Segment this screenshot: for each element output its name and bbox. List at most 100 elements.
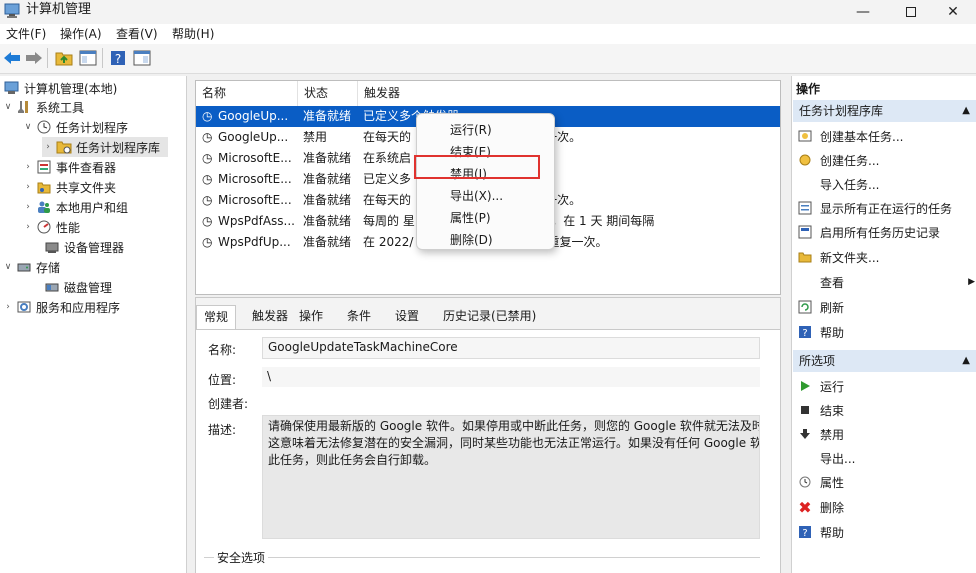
action-create-task[interactable]: 创建任务... xyxy=(797,149,879,171)
action-export[interactable]: 导出... xyxy=(797,447,855,469)
show-hide-tree-button[interactable] xyxy=(78,48,98,68)
maximize-button[interactable] xyxy=(888,0,934,24)
basic-task-icon xyxy=(797,128,813,144)
menu-item-export[interactable]: 导出(X)... xyxy=(450,187,503,204)
action-enable-history[interactable]: 启用所有任务历史记录 xyxy=(797,221,940,243)
task-clock-icon: ◷ xyxy=(202,214,213,228)
task-name: MicrosoftE... xyxy=(218,193,292,207)
play-icon xyxy=(797,378,813,394)
menu-view[interactable]: 查看(V) xyxy=(116,27,158,41)
action-view[interactable]: 查看 ▶ xyxy=(797,271,975,293)
action-delete[interactable]: ✖ 删除 xyxy=(797,496,844,518)
chevron-right-icon[interactable]: › xyxy=(22,222,34,232)
back-button[interactable] xyxy=(2,48,22,68)
collapse-up-icon[interactable]: ▲ xyxy=(962,100,970,122)
menu-item-delete[interactable]: 删除(D) xyxy=(450,231,493,248)
tab-general[interactable]: 常规 xyxy=(196,305,237,329)
action-run[interactable]: 运行 xyxy=(797,375,844,397)
chevron-right-icon[interactable]: › xyxy=(22,202,34,212)
action-refresh[interactable]: 刷新 xyxy=(797,296,844,318)
view-icon xyxy=(797,274,813,290)
action-properties[interactable]: 属性 xyxy=(797,471,844,493)
tree-item-storage[interactable]: ∨ 存储 xyxy=(2,257,60,277)
computer-management-icon xyxy=(4,3,22,19)
help-icon: ? xyxy=(797,324,813,340)
action-label: 禁用 xyxy=(820,427,845,442)
minimize-button[interactable]: — xyxy=(840,0,886,24)
tree-label: 存储 xyxy=(36,260,61,275)
up-folder-button[interactable] xyxy=(54,48,74,68)
menu-item-properties[interactable]: 属性(P) xyxy=(450,209,491,226)
tree-item-disk-management[interactable]: 磁盘管理 xyxy=(42,277,112,297)
name-field[interactable]: GoogleUpdateTaskMachineCore xyxy=(262,337,760,359)
highlight-box xyxy=(414,155,540,179)
tree-item-computer-management[interactable]: 计算机管理(本地) xyxy=(2,78,117,98)
context-menu: 运行(R) 结束(E) 禁用(I) 导出(X)... 属性(P) 删除(D) xyxy=(416,113,555,250)
tab-conditions[interactable]: 条件 xyxy=(340,305,378,329)
actions-title: 操作 xyxy=(796,82,821,96)
tree-item-device-manager[interactable]: 设备管理器 xyxy=(42,237,124,257)
task-clock-icon: ◷ xyxy=(202,193,213,207)
help-button[interactable]: ? xyxy=(108,48,128,68)
tree-item-local-users[interactable]: › 本地用户和组 xyxy=(22,197,128,217)
action-new-folder[interactable]: 新文件夹... xyxy=(797,246,879,268)
menu-item-run[interactable]: 运行(R) xyxy=(450,121,492,138)
action-label: 属性 xyxy=(820,475,845,490)
tree-item-performance[interactable]: › 性能 xyxy=(22,217,80,237)
action-end[interactable]: 结束 xyxy=(797,399,844,421)
menu-help[interactable]: 帮助(H) xyxy=(172,27,214,41)
menu-file[interactable]: 文件(F) xyxy=(6,27,46,41)
task-status: 准备就绪 xyxy=(303,235,352,249)
tab-actions[interactable]: 操作 xyxy=(292,305,330,329)
action-import-task[interactable]: 导入任务... xyxy=(797,173,879,195)
column-header-name[interactable]: 名称 xyxy=(196,81,298,106)
tab-triggers[interactable]: 触发器 xyxy=(245,305,295,329)
tree-item-shared-folders[interactable]: › 共享文件夹 xyxy=(22,177,116,197)
maximize-icon xyxy=(906,7,916,17)
action-disable[interactable]: 禁用 xyxy=(797,423,844,445)
description-line: 请确保使用最新版的 Google 软件。如果停用或中断此任务，则您的 Googl… xyxy=(268,419,760,433)
description-label: 描述: xyxy=(208,423,237,437)
action-help[interactable]: ? 帮助 xyxy=(797,321,844,343)
tools-icon xyxy=(16,99,32,115)
show-hide-action-pane-button[interactable] xyxy=(132,48,152,68)
action-label: 创建基本任务... xyxy=(820,129,904,144)
action-show-running-tasks[interactable]: 显示所有正在运行的任务 xyxy=(797,197,952,219)
close-button[interactable]: ✕ xyxy=(930,0,976,24)
tree-item-task-scheduler-library[interactable]: › 任务计划程序库 xyxy=(42,137,168,157)
chevron-right-icon[interactable]: › xyxy=(2,302,14,312)
task-name: GoogleUp... xyxy=(218,130,289,144)
tree-label: 磁盘管理 xyxy=(64,280,113,295)
chevron-right-icon[interactable]: › xyxy=(42,142,54,152)
location-field[interactable]: \ xyxy=(262,367,760,387)
description-field[interactable]: 请确保使用最新版的 Google 软件。如果停用或中断此任务，则您的 Googl… xyxy=(262,415,760,539)
task-status: 准备就绪 xyxy=(303,172,352,186)
menu-action[interactable]: 操作(A) xyxy=(60,27,102,41)
chevron-right-icon[interactable]: › xyxy=(22,182,34,192)
section-label: 所选项 xyxy=(799,354,836,368)
task-clock-icon: ◷ xyxy=(202,235,213,249)
help-icon: ? xyxy=(111,51,125,66)
column-header-status[interactable]: 状态 xyxy=(298,81,358,106)
tab-settings[interactable]: 设置 xyxy=(388,305,426,329)
forward-button[interactable] xyxy=(24,48,44,68)
tree-item-services-apps[interactable]: › 服务和应用程序 xyxy=(2,297,120,317)
chevron-down-icon[interactable]: ∨ xyxy=(2,262,14,272)
action-create-basic-task[interactable]: 创建基本任务... xyxy=(797,125,903,147)
column-header-trigger[interactable]: 触发器 xyxy=(358,81,780,106)
tree-item-task-scheduler[interactable]: ∨ 任务计划程序 xyxy=(22,117,128,137)
task-clock-icon: ◷ xyxy=(202,109,213,123)
task-name: WpsPdfAss... xyxy=(218,214,295,228)
actions-section-selected[interactable]: 所选项 ▲ xyxy=(793,350,976,372)
chevron-down-icon[interactable]: ∨ xyxy=(22,122,34,132)
action-help-selected[interactable]: ? 帮助 xyxy=(797,521,844,543)
collapse-up-icon[interactable]: ▲ xyxy=(962,350,970,372)
chevron-right-icon[interactable]: › xyxy=(22,162,34,172)
tab-history[interactable]: 历史记录(已禁用) xyxy=(436,305,543,329)
name-label: 名称: xyxy=(208,343,237,357)
actions-section-library[interactable]: 任务计划程序库 ▲ xyxy=(793,100,976,122)
tree-item-event-viewer[interactable]: › 事件查看器 xyxy=(22,157,116,177)
disable-arrow-icon xyxy=(797,426,813,442)
tree-item-system-tools[interactable]: ∨ 系统工具 xyxy=(2,97,84,117)
chevron-down-icon[interactable]: ∨ xyxy=(2,102,14,112)
